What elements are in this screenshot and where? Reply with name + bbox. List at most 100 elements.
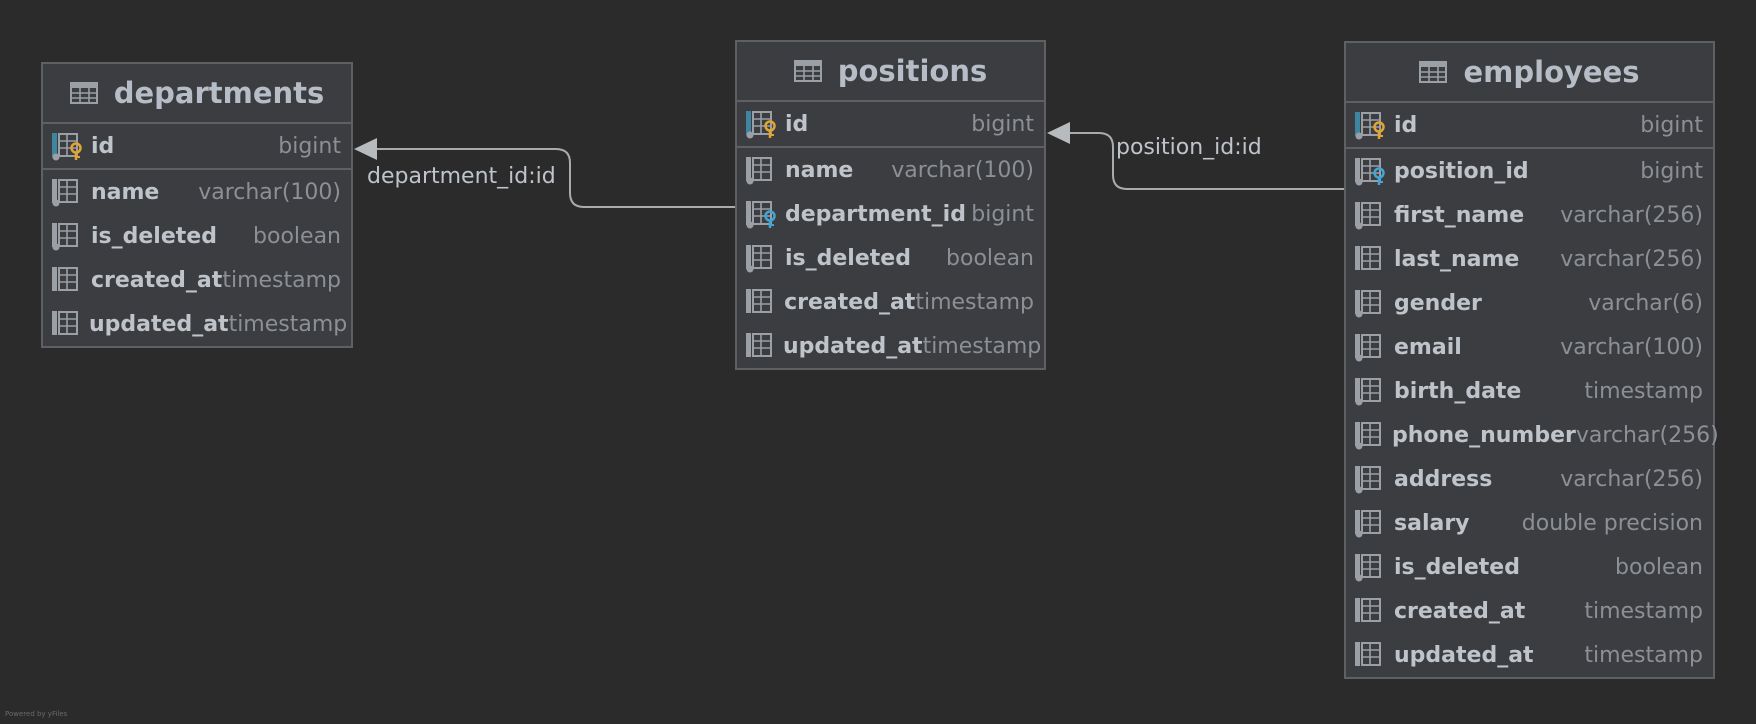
column-row-updated-at[interactable]: updated_at timestamp <box>43 302 351 346</box>
column-name: created_at <box>1394 598 1526 624</box>
column-name: first_name <box>1394 202 1525 228</box>
column-name: id <box>1394 112 1418 138</box>
column-row-id[interactable]: id bigint <box>737 102 1044 148</box>
column-name: updated_at <box>1394 642 1534 668</box>
column-dot-icon <box>1354 552 1390 582</box>
relation-label-department: department_id:id <box>367 164 556 189</box>
column-dot-icon <box>1354 420 1388 450</box>
column-icon <box>51 265 87 295</box>
column-row-name[interactable]: name varchar(100) <box>43 170 351 214</box>
column-type: bigint <box>1640 158 1703 184</box>
column-type: timestamp <box>1584 598 1703 624</box>
column-row-is-deleted[interactable]: is_deleted boolean <box>737 236 1044 280</box>
position-relation-arrow <box>1047 122 1070 144</box>
column-icon <box>51 309 85 339</box>
column-name: name <box>785 157 854 183</box>
column-icon <box>1354 640 1390 670</box>
column-row-is-deleted[interactable]: is_deleted boolean <box>1346 545 1713 589</box>
column-type: timestamp <box>915 289 1034 315</box>
table-header[interactable]: departments <box>43 64 351 124</box>
foreign-key-icon <box>745 199 781 229</box>
column-name: birth_date <box>1394 378 1522 404</box>
column-row-address[interactable]: address varchar(256) <box>1346 457 1713 501</box>
column-dot-icon <box>1354 200 1390 230</box>
column-type: timestamp <box>922 333 1042 359</box>
column-name: email <box>1394 334 1462 360</box>
column-name: is_deleted <box>1394 554 1520 580</box>
column-row-created-at[interactable]: created_at timestamp <box>1346 589 1713 633</box>
column-type: varchar(100) <box>1560 334 1703 360</box>
column-icon <box>745 331 779 361</box>
column-row-phone-number[interactable]: phone_number varchar(256) <box>1346 413 1719 457</box>
column-row-is-deleted[interactable]: is_deleted boolean <box>43 214 351 258</box>
relation-label-position: position_id:id <box>1116 135 1262 160</box>
column-name: gender <box>1394 290 1482 316</box>
table-icon <box>1419 61 1448 83</box>
column-dot-icon <box>1354 464 1390 494</box>
primary-key-icon <box>1354 110 1390 140</box>
column-name: position_id <box>1394 158 1529 184</box>
column-row-created-at[interactable]: created_at timestamp <box>737 280 1044 324</box>
column-type: bigint <box>1640 112 1703 138</box>
column-row-id[interactable]: id bigint <box>43 124 351 170</box>
column-row-updated-at[interactable]: updated_at timestamp <box>1346 633 1713 677</box>
column-name: is_deleted <box>91 223 217 249</box>
table-title: positions <box>837 54 988 88</box>
column-row-position-id[interactable]: position_id bigint <box>1346 149 1713 193</box>
column-name: updated_at <box>783 333 923 359</box>
foreign-key-icon <box>1354 156 1390 186</box>
footer-credit: Powered by yFiles <box>5 710 68 718</box>
column-name: id <box>91 133 115 159</box>
table-positions[interactable]: positions id bigint name varchar(100) departm… <box>735 40 1046 370</box>
column-type: timestamp <box>1584 642 1703 668</box>
table-title: employees <box>1463 55 1640 89</box>
column-dot-icon <box>745 155 781 185</box>
table-employees[interactable]: employees id bigint position_id bigint first_… <box>1344 41 1719 679</box>
column-name: name <box>91 179 160 205</box>
column-type: varchar(100) <box>198 179 341 205</box>
table-departments[interactable]: departments id bigint name varchar(100) is_de… <box>41 62 353 348</box>
table-header[interactable]: employees <box>1346 43 1713 103</box>
table-icon <box>69 82 98 104</box>
column-name: updated_at <box>89 311 229 337</box>
column-row-department-id[interactable]: department_id bigint <box>737 192 1044 236</box>
column-row-email[interactable]: email varchar(100) <box>1346 325 1713 369</box>
column-name: salary <box>1394 510 1470 536</box>
column-icon <box>745 287 780 317</box>
column-row-updated-at[interactable]: updated_at timestamp <box>737 324 1044 368</box>
column-row-id[interactable]: id bigint <box>1346 103 1713 149</box>
primary-key-icon <box>51 131 87 161</box>
column-icon <box>1354 244 1390 274</box>
column-type: boolean <box>1615 554 1703 580</box>
column-row-gender[interactable]: gender varchar(6) <box>1346 281 1713 325</box>
column-name: last_name <box>1394 246 1520 272</box>
column-name: id <box>785 111 809 137</box>
column-dot-icon <box>1354 332 1390 362</box>
column-dot-icon <box>745 243 781 273</box>
column-dot-icon <box>51 221 87 251</box>
column-row-salary[interactable]: salary double precision <box>1346 501 1713 545</box>
column-type: boolean <box>253 223 341 249</box>
column-name: department_id <box>785 201 966 227</box>
column-row-last-name[interactable]: last_name varchar(256) <box>1346 237 1713 281</box>
column-type: timestamp <box>222 267 341 293</box>
column-name: phone_number <box>1392 422 1576 448</box>
column-name: created_at <box>91 267 223 293</box>
column-type: timestamp <box>228 311 348 337</box>
table-header[interactable]: positions <box>737 42 1044 102</box>
column-row-name[interactable]: name varchar(100) <box>737 148 1044 192</box>
column-dot-icon <box>51 177 87 207</box>
column-type: boolean <box>946 245 1034 271</box>
table-icon <box>793 60 822 82</box>
column-row-first-name[interactable]: first_name varchar(256) <box>1346 193 1713 237</box>
column-name: created_at <box>784 289 916 315</box>
column-type: varchar(256) <box>1575 422 1719 448</box>
column-type: timestamp <box>1584 378 1703 404</box>
column-name: is_deleted <box>785 245 911 271</box>
column-row-birth-date[interactable]: birth_date timestamp <box>1346 369 1713 413</box>
primary-key-icon <box>745 109 781 139</box>
column-type: varchar(256) <box>1560 202 1703 228</box>
column-row-created-at[interactable]: created_at timestamp <box>43 258 351 302</box>
column-dot-icon <box>1354 376 1390 406</box>
column-type: varchar(100) <box>891 157 1034 183</box>
